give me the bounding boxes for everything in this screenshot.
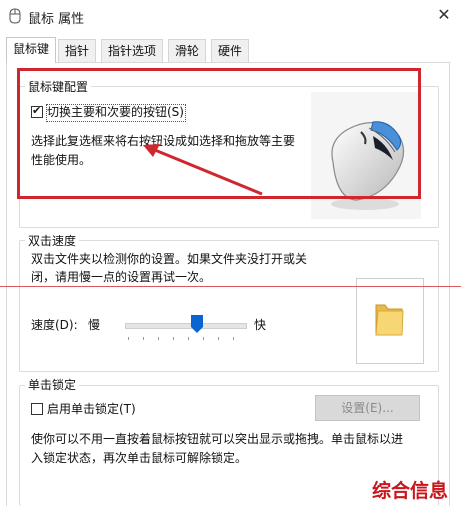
double-click-description-line2: 闭，请用慢一点的设置再试一次。 [31, 270, 212, 284]
folder-icon [375, 304, 404, 336]
double-click-description-line1: 双击文件夹以检测你的设置。如果文件夹没打开或关 [31, 252, 308, 266]
click-lock-group-label: 单击锁定 [25, 376, 80, 393]
slider-tick [173, 337, 174, 340]
watermark-text: 综合信息 [372, 480, 449, 502]
test-folder-area[interactable] [356, 278, 424, 364]
click-lock-settings-button[interactable]: 设置(E)... [315, 395, 420, 421]
fast-label: 快 [254, 318, 267, 332]
tab-buttons[interactable]: 鼠标键 [6, 37, 57, 63]
click-lock-checkbox[interactable] [31, 403, 43, 415]
slider-tick [203, 337, 204, 340]
slider-tick [218, 337, 219, 340]
speed-label: 速度(D): [31, 318, 78, 332]
speed-slider-thumb[interactable] [191, 315, 203, 333]
slider-tick [128, 337, 129, 340]
annotation-line [0, 286, 461, 287]
speed-slider-track[interactable] [125, 323, 247, 329]
slider-tick [188, 337, 189, 340]
click-lock-label[interactable]: 启用单击锁定(T) [47, 400, 136, 418]
slider-tick [143, 337, 144, 340]
slow-label: 慢 [88, 318, 101, 332]
double-click-group-label: 双击速度 [25, 232, 80, 249]
click-lock-description-line1: 使你可以不用一直按着鼠标按钮就可以突出显示或拖拽。单击鼠标以进 [31, 432, 404, 446]
slider-tick [233, 337, 234, 340]
slider-tick [158, 337, 159, 340]
click-lock-description-line2: 入锁定状态，再次单击鼠标可解除锁定。 [31, 451, 248, 465]
